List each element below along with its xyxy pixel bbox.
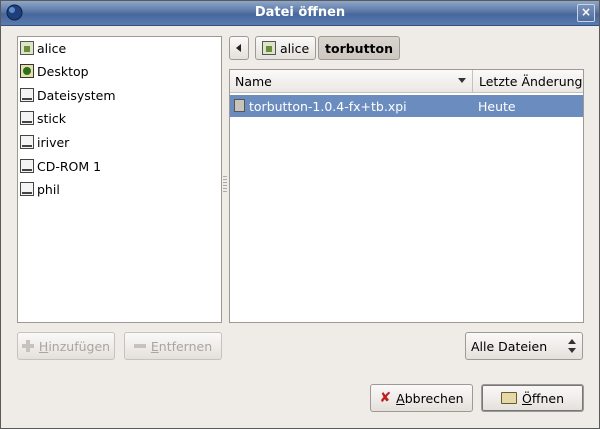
path-back-arrow-button[interactable] [229,36,249,60]
desktop-icon [20,64,34,78]
sidebar-item-phil[interactable]: phil [20,178,60,200]
sidebar-item-stick[interactable]: stick [20,107,66,129]
home-folder-icon [262,41,276,55]
pane-splitter-handle[interactable] [223,176,227,194]
file-list: Name Letzte Änderung torbutton-1.0.4-fx+… [229,69,584,323]
sidebar-item-label: CD-ROM 1 [37,158,102,174]
sidebar-item-label: alice [37,40,67,56]
home-folder-icon [20,41,34,55]
mnemonic: A [396,390,405,406]
cancel-x-icon: ✘ [379,390,392,406]
mnemonic: E [150,338,159,354]
package-file-icon [234,99,245,112]
add-bookmark-button[interactable]: Hinzufügen [17,332,115,360]
sidebar-item-cdrom[interactable]: CD-ROM 1 [20,155,101,177]
drive-icon [20,159,34,173]
button-label: bbrechen [404,390,464,406]
sidebar-item-label: stick [37,110,66,126]
path-crumb-label: torbutton [325,40,394,56]
mnemonic: H [38,338,49,354]
titlebar: Datei öffnen × [1,1,599,26]
sidebar-item-label: Dateisystem [37,87,116,103]
cancel-button[interactable]: ✘ Abbrechen [370,384,473,412]
file-modified: Heute [478,98,516,114]
button-label: ffnen [531,390,564,406]
mnemonic: Ö [522,390,532,406]
button-label: ntfernen [158,338,213,354]
sidebar-item-label: phil [37,181,60,197]
column-header-label: Letzte Änderung [479,73,583,89]
sort-chevron-down-icon [458,78,466,83]
open-folder-icon [501,392,517,404]
window-title: Datei öffnen [254,5,346,20]
column-header-modified[interactable]: Letzte Änderung [473,70,583,93]
path-crumb-torbutton[interactable]: torbutton [318,36,401,60]
plus-icon [21,340,34,352]
drive-icon [20,88,34,102]
button-label: inzufügen [48,338,111,354]
close-button[interactable]: × [577,4,595,22]
path-crumb-alice[interactable]: alice [255,36,317,60]
sidebar-item-iriver[interactable]: iriver [20,131,69,153]
sidebar-item-alice[interactable]: alice [20,37,66,59]
sidebar-item-dateisystem[interactable]: Dateisystem [20,84,116,106]
path-crumb-label: alice [280,40,310,56]
file-type-filter-select[interactable]: Alle Dateien [465,332,583,360]
filter-value: Alle Dateien [471,339,548,354]
remove-bookmark-button[interactable]: Entfernen [124,332,222,360]
column-header-label: Name [235,73,272,89]
drive-icon [20,135,34,149]
file-open-dialog: Datei öffnen × alice Desktop Dateisystem… [0,0,600,429]
column-header-name[interactable]: Name [230,70,473,93]
updown-arrows-icon [568,339,576,353]
file-name: torbutton-1.0.4-fx+tb.xpi [249,98,407,114]
file-row[interactable]: torbutton-1.0.4-fx+tb.xpi Heute [230,95,583,117]
drive-icon [20,182,34,196]
open-button[interactable]: Öffnen [481,384,584,412]
sidebar-item-label: Desktop [37,63,89,79]
places-sidebar: alice Desktop Dateisystem stick iriver C… [17,36,222,323]
sidebar-item-label: iriver [37,134,70,150]
drive-icon [20,111,34,125]
sidebar-item-desktop[interactable]: Desktop [20,60,89,82]
minus-icon [133,344,146,348]
